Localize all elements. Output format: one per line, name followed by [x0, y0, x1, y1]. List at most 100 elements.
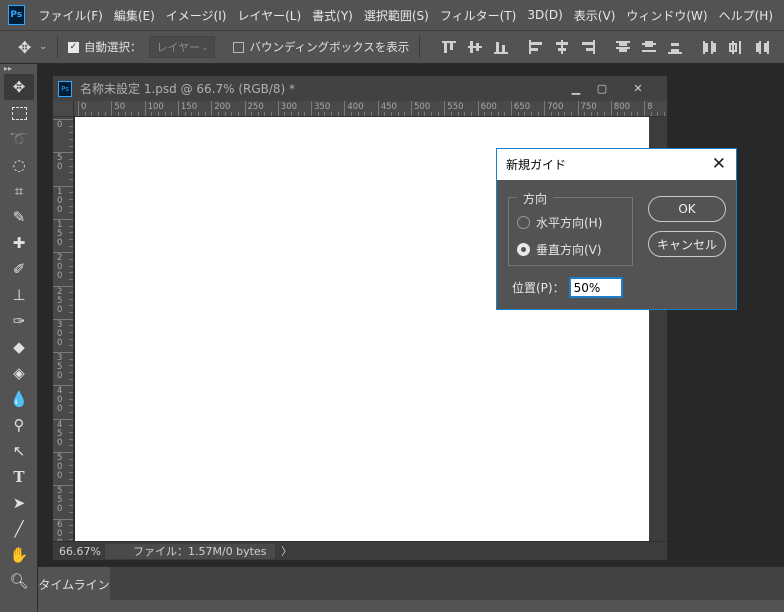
menu-filter[interactable]: フィルター(T): [440, 7, 516, 24]
eyedropper-icon[interactable]: ✎: [4, 204, 34, 230]
dodge-icon[interactable]: ⚲: [4, 412, 34, 438]
layer-select-dropdown[interactable]: レイヤー ⌄: [149, 36, 216, 58]
pen-icon[interactable]: ↖: [4, 438, 34, 464]
panel-collapse-icon[interactable]: ▸▸: [0, 64, 37, 74]
ruler-minor-tick: [490, 112, 492, 116]
menu-help[interactable]: ヘルプ(H): [719, 7, 773, 24]
brush-icon[interactable]: ✐: [4, 256, 34, 282]
horizontal-ruler[interactable]: 0 50 100 150 200 250 300 350 400 450 500 550 600 650 7…: [74, 101, 667, 117]
ruler-minor-tick: [97, 112, 99, 116]
clone-stamp-icon[interactable]: ⊥: [4, 282, 34, 308]
ruler-minor-tick: [237, 112, 239, 116]
menu-type[interactable]: 書式(Y): [312, 7, 353, 24]
ruler-tick: [53, 418, 73, 420]
auto-select-checkbox[interactable]: ✓: [67, 41, 79, 53]
menu-select[interactable]: 選択範囲(S): [364, 7, 429, 24]
distribute-vertical-center-icon[interactable]: [641, 40, 657, 54]
ruler-minor-tick: [69, 438, 73, 440]
distribute-top-icon[interactable]: [615, 40, 631, 54]
radio-horizontal-circle[interactable]: [517, 216, 530, 229]
ruler-minor-tick: [517, 112, 519, 116]
eraser-icon[interactable]: ◆: [4, 334, 34, 360]
maximize-button[interactable]: ▢: [589, 80, 615, 97]
line-tool-icon[interactable]: ╱: [4, 516, 34, 542]
status-menu-chevron-icon[interactable]: 〉: [281, 543, 292, 559]
align-bottom-icon[interactable]: [493, 40, 509, 54]
distribute-right-icon[interactable]: [754, 40, 770, 54]
menu-file[interactable]: ファイル(F): [39, 7, 103, 24]
ruler-label: 750: [580, 102, 597, 112]
menu-view[interactable]: 表示(V): [574, 7, 616, 24]
healing-brush-icon[interactable]: ✚: [4, 230, 34, 256]
vertical-ruler[interactable]: 0 5 0 1 0 0 1 5 0 2 0 0 2 5 0 3 0 0 3 5 0 4 0 0 4…: [53, 117, 74, 541]
tool-preset-chevron-down-icon[interactable]: ⌄: [39, 42, 47, 52]
menu-edit[interactable]: 編集(E): [114, 7, 155, 24]
ruler-label: 5 0 0: [57, 453, 63, 481]
bounding-box-label: バウンディングボックスを表示: [249, 40, 410, 54]
align-top-icon[interactable]: [441, 40, 457, 54]
ruler-minor-tick: [590, 112, 592, 116]
ruler-label: 550: [447, 102, 464, 112]
ruler-tick: [53, 385, 73, 387]
document-titlebar[interactable]: Ps 名称未設定 1.psd @ 66.7% (RGB/8) * ▁ ▢ ✕: [53, 76, 667, 101]
crop-icon[interactable]: ⌗: [4, 178, 34, 204]
distribute-left-icon[interactable]: [702, 40, 718, 54]
radio-vertical-circle[interactable]: [517, 243, 530, 256]
ruler-minor-tick: [664, 112, 666, 116]
distribute-horizontal-center-icon[interactable]: [728, 40, 744, 54]
align-left-icon[interactable]: [528, 40, 544, 54]
menu-window[interactable]: ウィンドウ(W): [626, 7, 707, 24]
hand-tool-icon[interactable]: ✋: [4, 542, 34, 568]
ruler-minor-tick: [69, 425, 73, 427]
zoom-tool-icon[interactable]: 🔍︎: [4, 568, 34, 594]
zoom-level-field[interactable]: 66.67%: [53, 545, 101, 558]
radio-vertical[interactable]: 垂直方向(V): [517, 241, 602, 258]
ruler-minor-tick: [69, 511, 73, 513]
type-tool-icon[interactable]: T: [4, 464, 34, 490]
ruler-minor-tick: [384, 112, 386, 116]
blur-icon[interactable]: 💧: [4, 386, 34, 412]
align-right-icon[interactable]: [580, 40, 596, 54]
cancel-button[interactable]: キャンセル: [648, 231, 726, 257]
minimize-button[interactable]: ▁: [563, 80, 589, 97]
close-button[interactable]: ✕: [625, 80, 651, 97]
ruler-minor-tick: [69, 258, 73, 260]
ruler-minor-tick: [69, 278, 73, 280]
ruler-label: 6 0 0: [57, 519, 63, 541]
align-vertical-center-icon[interactable]: [467, 40, 483, 54]
ruler-label: 8: [647, 102, 653, 112]
ruler-origin[interactable]: [53, 101, 74, 117]
rectangular-marquee-icon[interactable]: [4, 100, 34, 126]
ruler-minor-tick: [404, 112, 406, 116]
ruler-minor-tick: [171, 112, 173, 116]
radio-horizontal[interactable]: 水平方向(H): [517, 214, 602, 231]
lasso-icon[interactable]: ➰: [4, 126, 34, 152]
ruler-minor-tick: [597, 112, 599, 116]
quick-selection-icon[interactable]: ◌: [4, 152, 34, 178]
path-selection-icon[interactable]: ➤: [4, 490, 34, 516]
align-horizontal-center-icon[interactable]: [554, 40, 570, 54]
ruler-minor-tick: [157, 112, 159, 116]
ruler-minor-tick: [69, 125, 73, 127]
options-bar: ✥ ⌄ ✓ 自動選択： レイヤー ⌄ バウンディングボックスを表示: [0, 30, 784, 64]
ruler-minor-tick: [537, 112, 539, 116]
position-row: 位置(P)：: [512, 277, 623, 298]
ruler-minor-tick: [570, 112, 572, 116]
tab-timeline[interactable]: タイムライン: [38, 567, 110, 601]
menu-3d[interactable]: 3D(D): [527, 8, 562, 22]
distribute-bottom-icon[interactable]: [667, 40, 683, 54]
bounding-box-checkbox[interactable]: [233, 41, 245, 53]
menu-image[interactable]: イメージ(I): [166, 7, 227, 24]
ruler-minor-tick: [624, 112, 626, 116]
history-brush-icon[interactable]: ✑: [4, 308, 34, 334]
menu-layer[interactable]: レイヤー(L): [237, 7, 301, 24]
paint-bucket-icon[interactable]: ◈: [4, 360, 34, 386]
move-tool-icon[interactable]: ✥: [18, 38, 31, 57]
dialog-titlebar[interactable]: 新規ガイド ✕: [497, 149, 736, 180]
move-tool-icon[interactable]: ✥: [4, 74, 34, 100]
close-icon[interactable]: ✕: [712, 154, 726, 174]
ruler-tick: [53, 318, 73, 320]
ok-button[interactable]: OK: [648, 196, 726, 222]
ruler-minor-tick: [69, 378, 73, 380]
position-input[interactable]: [568, 277, 623, 298]
